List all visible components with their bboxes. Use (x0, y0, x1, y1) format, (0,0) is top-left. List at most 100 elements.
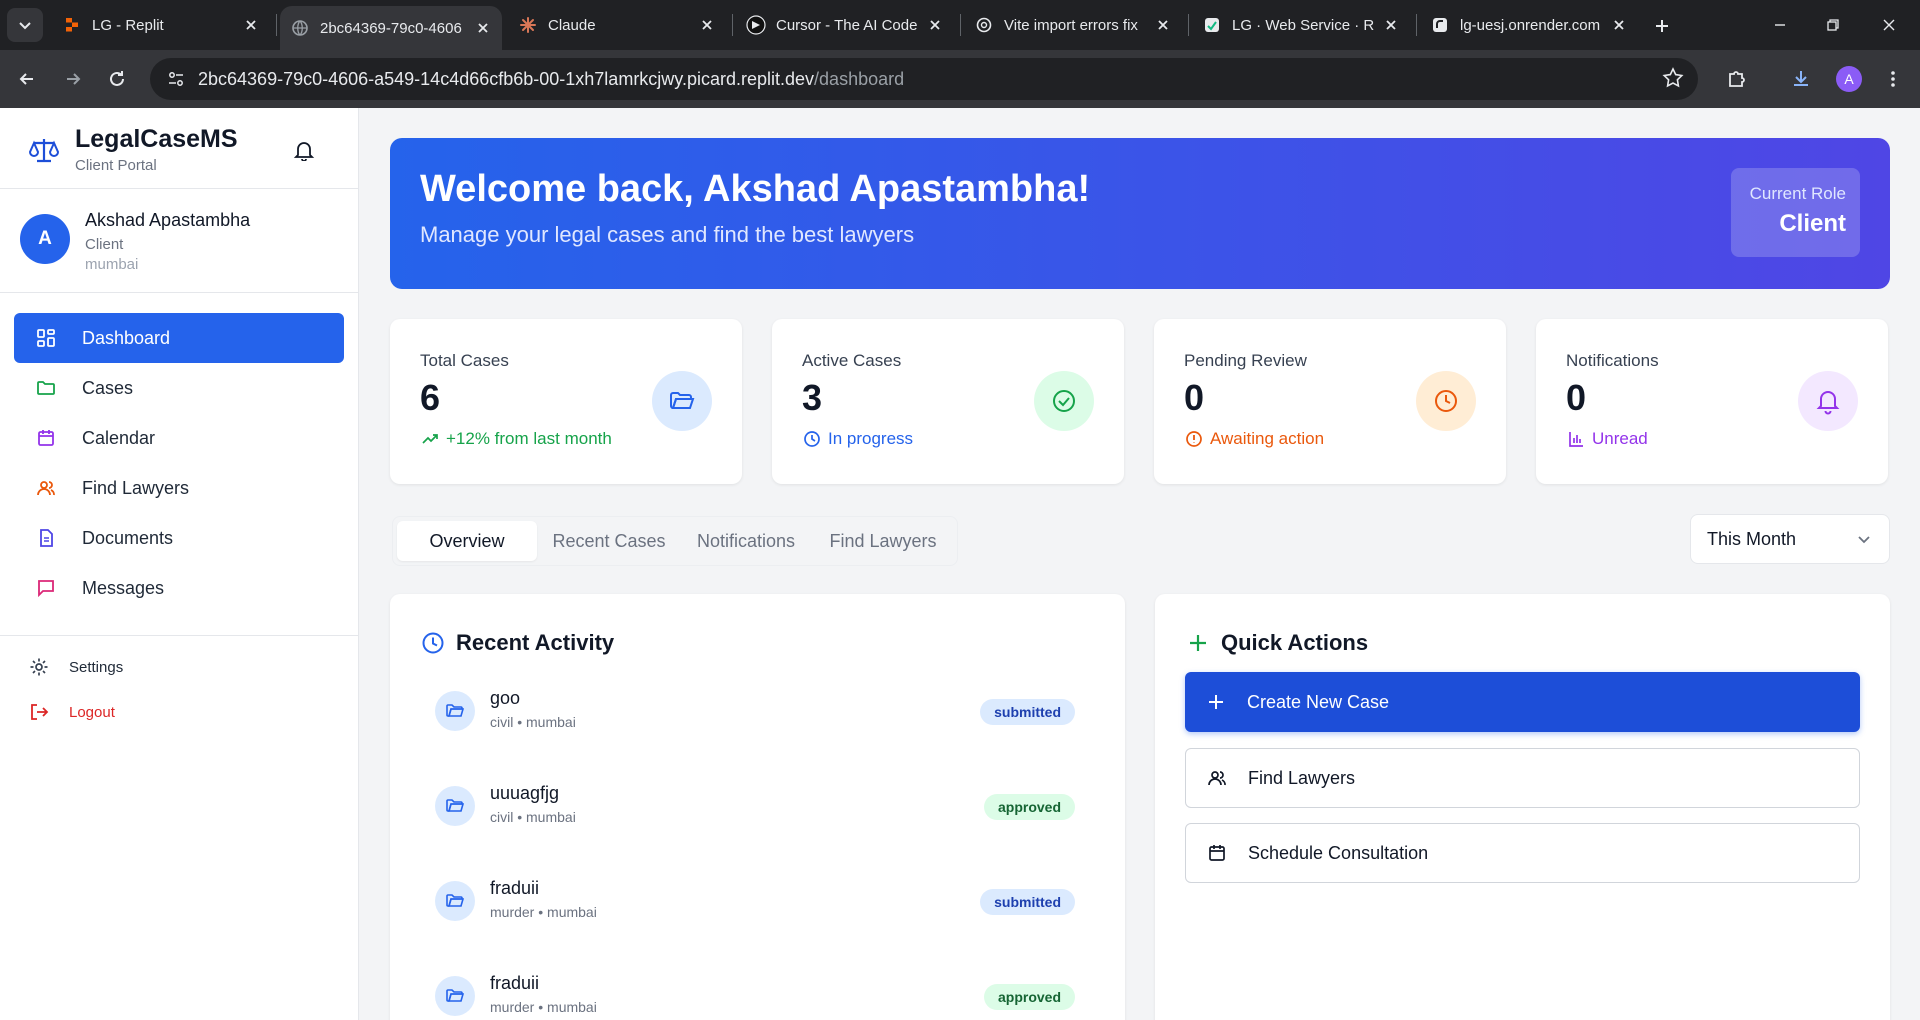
find-lawyers-button[interactable]: Find Lawyers (1185, 748, 1860, 808)
close-tab-icon[interactable] (1152, 14, 1174, 36)
period-select[interactable]: This Month (1690, 514, 1890, 564)
url-host: 2bc64369-79c0-4606-a549-14c4d66cfb6b-00-… (198, 68, 815, 89)
scale-icon (28, 134, 60, 166)
close-tab-icon[interactable] (696, 14, 718, 36)
list-item[interactable]: uuuagfjg civil • mumbai approved (435, 777, 1085, 837)
render-icon (1430, 15, 1450, 35)
list-item[interactable]: fraduii murder • mumbai approved (435, 967, 1085, 1020)
browser-menu-button[interactable] (1878, 64, 1908, 94)
more-vertical-icon (1891, 71, 1895, 87)
close-tab-icon[interactable] (240, 14, 262, 36)
browser-tab-4[interactable]: Vite import errors fix (964, 0, 1182, 50)
browser-tab-5[interactable]: LG · Web Service · R (1192, 0, 1410, 50)
close-tab-icon[interactable] (1608, 14, 1630, 36)
stat-label: Active Cases (802, 351, 902, 370)
site-info-icon[interactable] (164, 67, 188, 91)
browser-tab-title: Vite import errors fix (1004, 16, 1138, 34)
sidebar-item-documents[interactable]: Documents (14, 513, 344, 563)
settings-link[interactable]: Settings (28, 653, 123, 681)
stat-value: 3 (802, 377, 823, 418)
button-label: Find Lawyers (1248, 767, 1356, 788)
bell-icon (293, 142, 315, 161)
dashboard-tabs: Overview Recent Cases Notifications Find… (392, 516, 958, 566)
close-icon (1883, 19, 1895, 31)
stat-label: Notifications (1566, 351, 1659, 370)
profile-avatar[interactable]: A (1836, 66, 1862, 92)
sidebar-item-find-lawyers[interactable]: Find Lawyers (14, 463, 344, 513)
close-tab-icon[interactable] (924, 14, 946, 36)
sidebar-item-dashboard[interactable]: Dashboard (14, 313, 344, 363)
chevron-down-icon (19, 22, 31, 30)
user-location: mumbai (85, 256, 139, 273)
browser-tab-title: lg-uesj.onrender.com (1460, 16, 1601, 34)
schedule-consultation-button[interactable]: Schedule Consultation (1185, 823, 1860, 883)
close-window-button[interactable] (1864, 0, 1914, 50)
logout-label: Logout (69, 703, 115, 721)
document-icon (34, 526, 58, 550)
create-new-case-button[interactable]: Create New Case (1185, 672, 1860, 732)
downloads-button[interactable] (1786, 64, 1816, 94)
grid-icon (34, 326, 58, 350)
list-item[interactable]: goo civil • mumbai submitted (435, 682, 1085, 742)
restore-button[interactable] (1808, 0, 1858, 50)
stat-footnote: Awaiting action (1184, 429, 1324, 449)
browser-tab-3[interactable]: Cursor - The AI Code (736, 0, 954, 50)
sidebar-item-label: Calendar (82, 427, 156, 448)
bar-chart-icon (1566, 429, 1586, 449)
role-value: Client (1779, 210, 1846, 237)
folder-icon (34, 376, 58, 400)
status-badge: approved (983, 794, 1075, 820)
minimize-button[interactable] (1755, 0, 1805, 50)
claude-icon (518, 15, 538, 35)
sidebar-item-cases[interactable]: Cases (14, 363, 344, 413)
case-name: uuuagfjg (490, 783, 560, 803)
close-tab-icon[interactable] (1380, 14, 1402, 36)
logout-link[interactable]: Logout (28, 698, 115, 726)
stat-card-notifications: Notifications 0 Unread (1536, 319, 1888, 484)
stat-footnote-text: Awaiting action (1210, 429, 1325, 448)
browser-tab-1[interactable]: 2bc64369-79c0-4606 (280, 6, 502, 50)
browser-tab-title: LG · Web Service · R (1232, 16, 1375, 34)
card-title-text: Recent Activity (456, 630, 615, 655)
extensions-button[interactable] (1722, 64, 1752, 94)
address-bar[interactable]: 2bc64369-79c0-4606-a549-14c4d66cfb6b-00-… (150, 58, 1698, 100)
close-tab-icon[interactable] (472, 17, 494, 39)
browser-tab-2[interactable]: Claude (508, 0, 726, 50)
back-button[interactable] (12, 64, 42, 94)
new-tab-button[interactable] (1648, 12, 1676, 40)
stat-footnote: +12% from last month (420, 429, 612, 449)
browser-tab-title: 2bc64369-79c0-4606 (320, 19, 462, 37)
clock-icon (1416, 371, 1476, 431)
case-name: fraduii (490, 973, 540, 993)
quick-actions-card: Quick Actions Create New Case Find Lawye… (1155, 594, 1890, 1020)
bookmark-star-icon[interactable] (1662, 67, 1684, 94)
sidebar-item-messages[interactable]: Messages (14, 563, 344, 613)
tab-search-button[interactable] (7, 8, 43, 42)
brand-subtitle: Client Portal (75, 157, 157, 174)
stat-value: 0 (1184, 377, 1205, 418)
plus-icon (1656, 20, 1668, 32)
sidebar-item-label: Cases (82, 377, 134, 398)
tab-overview[interactable]: Overview (397, 521, 537, 561)
brand-name: LegalCaseMS (75, 125, 238, 153)
case-name: goo (490, 688, 521, 708)
sidebar-item-calendar[interactable]: Calendar (14, 413, 344, 463)
case-meta: murder • mumbai (490, 904, 597, 920)
users-icon (34, 476, 58, 500)
browser-tab-title: LG - Replit (92, 16, 164, 34)
tab-notifications[interactable]: Notifications (681, 521, 811, 561)
folder-open-icon (435, 786, 475, 826)
check-circle-icon (1034, 371, 1094, 431)
stat-value: 0 (1566, 377, 1587, 418)
reload-button[interactable] (102, 64, 132, 94)
forward-button[interactable] (58, 64, 88, 94)
tab-find-lawyers[interactable]: Find Lawyers (813, 521, 953, 561)
tab-divider (960, 14, 961, 36)
main-content: Welcome back, Akshad Apastambha! Manage … (360, 108, 1920, 1020)
notifications-button[interactable] (290, 136, 318, 164)
browser-tab-6[interactable]: lg-uesj.onrender.com (1420, 0, 1638, 50)
card-title: Quick Actions (1185, 630, 1368, 656)
browser-tab-0[interactable]: LG - Replit (52, 0, 270, 50)
tab-recent-cases[interactable]: Recent Cases (539, 521, 679, 561)
list-item[interactable]: fraduii murder • mumbai submitted (435, 872, 1085, 932)
